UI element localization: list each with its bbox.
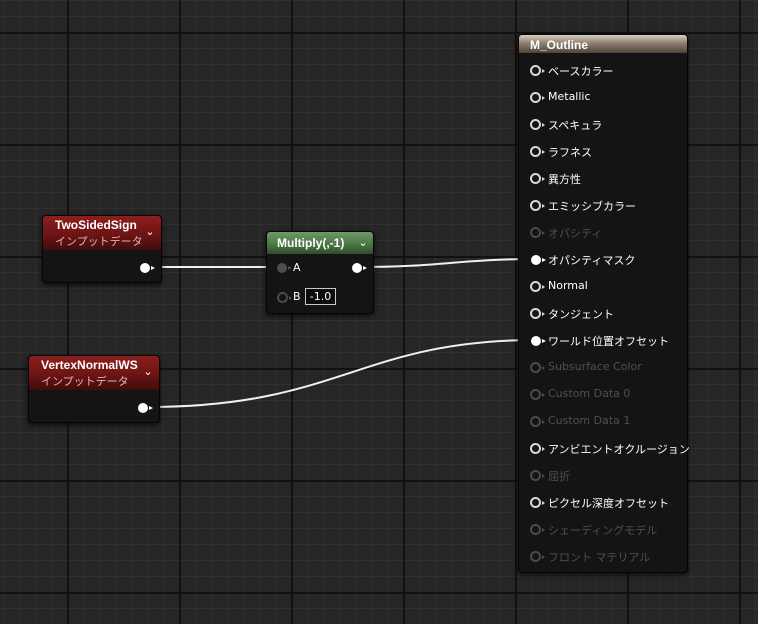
output-pin[interactable] [138, 403, 153, 413]
material-pin-label: Subsurface Color [548, 360, 642, 373]
input-pin[interactable] [530, 281, 545, 292]
material-pin-row[interactable]: Normal [519, 273, 689, 300]
node-header[interactable]: TwoSidedSign インプットデータ ⌄ [43, 216, 161, 250]
input-pin[interactable] [530, 173, 545, 184]
input-pin[interactable] [530, 119, 545, 130]
input-pin[interactable] [530, 389, 545, 400]
input-pin[interactable] [530, 443, 545, 454]
material-pin-label: ベースカラー [548, 65, 614, 78]
material-pin-label: スペキュラ [548, 119, 603, 132]
node-title: VertexNormalWS [41, 358, 138, 372]
wire-vertexnormal-to-world-position-offset [146, 339, 538, 408]
output-pin[interactable] [352, 263, 367, 273]
material-result-node[interactable]: M_Outline ベースカラー Metallic スペキュララフネス異方性エミッシ… [518, 34, 690, 573]
material-pin-label: ラフネス [548, 146, 592, 159]
material-pin-label: Custom Data 0 [548, 387, 631, 400]
node-subtitle: インプットデータ [55, 235, 143, 248]
input-pin[interactable] [530, 416, 545, 427]
material-pin-row[interactable]: Custom Data 1 [519, 408, 689, 435]
material-pin-label: アンビエントオクルージョン [548, 443, 690, 456]
material-pin-label: Custom Data 1 [548, 414, 631, 427]
material-pin-label: シェーディングモデル [548, 524, 658, 537]
material-pin-row[interactable]: Subsurface Color [519, 354, 689, 381]
material-pin-row[interactable]: オパシティ [519, 219, 689, 246]
input-pin[interactable] [530, 146, 545, 157]
material-pin-label: ワールド位置オフセット [548, 335, 669, 348]
material-pin-row[interactable]: シェーディングモデル [519, 516, 689, 543]
input-pin[interactable] [531, 336, 546, 346]
input-pin[interactable] [531, 255, 546, 265]
input-pin[interactable] [530, 551, 545, 562]
input-pin[interactable] [530, 200, 545, 211]
material-pin-row[interactable]: オパシティマスク [519, 246, 689, 273]
node-header[interactable]: Multiply(,-1) ⌄ [267, 232, 373, 254]
material-pin-label: Metallic [548, 90, 591, 103]
material-pin-row[interactable]: エミッシブカラー [519, 192, 689, 219]
node-subtitle: インプットデータ [41, 375, 129, 388]
material-pin-row[interactable]: スペキュラ [519, 111, 689, 138]
node-title: M_Outline [530, 38, 589, 52]
node-header[interactable]: VertexNormalWS インプットデータ ⌄ [29, 356, 159, 390]
input-pin[interactable] [530, 497, 545, 508]
material-pin-label: 異方性 [548, 173, 581, 186]
material-pin-label: タンジェント [548, 308, 614, 321]
input-pin-a[interactable] [277, 263, 292, 273]
material-pin-row[interactable]: ベースカラー [519, 57, 689, 84]
material-pin-row[interactable]: Metallic [519, 84, 689, 111]
input-pin[interactable] [530, 470, 545, 481]
pin-b-label: B [293, 290, 301, 303]
material-pin-row[interactable]: フロント マテリアル [519, 543, 689, 570]
multiply-node[interactable]: Multiply(,-1) ⌄ A B -1.0 [266, 231, 374, 314]
material-pin-label: Normal [548, 279, 588, 292]
input-pin[interactable] [530, 227, 545, 238]
input-pin[interactable] [530, 362, 545, 373]
material-pin-label: フロント マテリアル [548, 551, 651, 564]
material-pin-row[interactable]: ワールド位置オフセット [519, 327, 689, 354]
material-pin-label: オパシティマスク [548, 254, 636, 267]
input-pin[interactable] [530, 524, 545, 535]
node-header[interactable]: M_Outline [519, 35, 687, 53]
two-sided-sign-node[interactable]: TwoSidedSign インプットデータ ⌄ [42, 215, 162, 283]
material-pin-row[interactable]: タンジェント [519, 300, 689, 327]
node-title: Multiply(,-1) [277, 236, 345, 250]
material-pin-row[interactable]: アンビエントオクルージョン [519, 435, 690, 462]
output-pin[interactable] [140, 263, 155, 273]
input-pin-b[interactable] [277, 292, 292, 303]
pin-a-label: A [293, 261, 301, 274]
material-pin-label: エミッシブカラー [548, 200, 636, 213]
material-pin-label: ピクセル深度オフセット [548, 497, 669, 510]
vertex-normal-ws-node[interactable]: VertexNormalWS インプットデータ ⌄ [28, 355, 160, 423]
material-pin-row[interactable]: 屈折 [519, 462, 689, 489]
chevron-down-icon[interactable]: ⌄ [143, 225, 157, 239]
wire-multiply-to-opacity-mask [360, 258, 538, 268]
node-title: TwoSidedSign [55, 218, 137, 232]
b-value-input[interactable]: -1.0 [305, 288, 336, 305]
chevron-down-icon[interactable]: ⌄ [141, 365, 155, 379]
input-pin[interactable] [530, 65, 545, 76]
material-pin-label: 屈折 [548, 470, 570, 483]
input-pin[interactable] [530, 308, 545, 319]
chevron-down-icon[interactable]: ⌄ [356, 236, 370, 250]
material-pin-row[interactable]: Custom Data 0 [519, 381, 689, 408]
material-pin-row[interactable]: ピクセル深度オフセット [519, 489, 689, 516]
material-pin-row[interactable]: 異方性 [519, 165, 689, 192]
material-pin-row[interactable]: ラフネス [519, 138, 689, 165]
material-pin-label: オパシティ [548, 227, 603, 240]
input-pin[interactable] [530, 92, 545, 103]
